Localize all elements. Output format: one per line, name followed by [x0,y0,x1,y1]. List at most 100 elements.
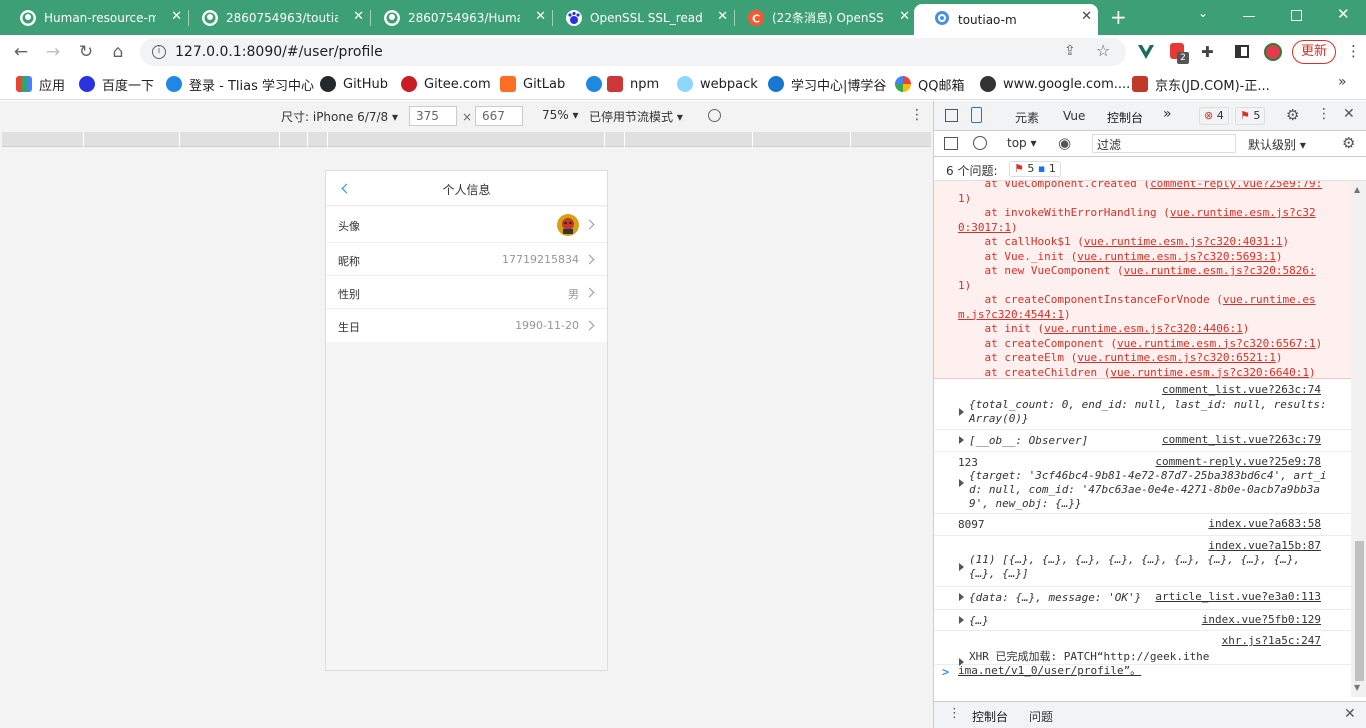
source-link[interactable]: vue.runtime.esm.js?c320:5693:1 [1077,250,1276,263]
rotate-icon[interactable] [708,109,721,122]
source-link[interactable]: 0:3017:1 [958,221,1011,234]
back-icon[interactable]: ← [10,41,32,63]
source-link[interactable]: vue.runtime.esm.js?c320:6640:1 [1110,366,1309,379]
log-level-select[interactable]: 默认级别 ▾ [1248,136,1306,153]
console-message[interactable]: comment_list.vue?263c:74 {total_count: 0,… [934,380,1351,430]
profile-row-avatar[interactable]: 头像 [326,207,607,243]
source-link[interactable]: xhr.js?1a5c:247 [1222,634,1321,647]
browser-tab-active[interactable]: toutiao-m ✕ [914,4,1098,35]
source-link[interactable]: comment-reply.vue?25e9:79: [1150,181,1322,190]
console-filter-input[interactable]: 过滤 [1092,134,1236,153]
close-tab-icon[interactable]: ✕ [899,9,910,24]
tab-search-icon[interactable]: ⌄ [1198,6,1208,20]
bookmark-google[interactable]: www.google.com.... [980,75,1130,93]
device-height-input[interactable]: 667 [475,106,523,126]
expand-triangle-icon[interactable] [959,479,964,487]
media-query-segment[interactable] [83,132,84,147]
console-message[interactable]: xhr.js?1a5c:247 XHR 已完成加载: PATCH“http://g… [934,631,1351,677]
eye-icon[interactable]: ◉ [1058,134,1071,152]
profile-avatar[interactable] [1264,43,1282,61]
close-tab-icon[interactable]: ✕ [717,9,728,24]
source-link[interactable]: article_list.vue?e3a0:113 [1155,590,1321,603]
bookmark-star-icon[interactable]: ☆ [1096,41,1110,60]
source-link[interactable]: vue.runtime.esm.js?c320:5826: [1124,264,1316,277]
console-prompt[interactable]: > [942,665,949,679]
expand-triangle-icon[interactable] [959,593,964,601]
bookmark-boxuegu[interactable]: 学习中心|博学谷 [768,75,886,94]
console-message[interactable]: index.vue?a683:58 8097 [934,514,1351,536]
profile-row-nickname[interactable]: 昵称 17719215834 [326,243,607,276]
context-select[interactable]: top ▾ [1007,136,1037,150]
close-tab-icon[interactable]: ✕ [1081,9,1092,24]
expand-triangle-icon[interactable] [959,436,964,444]
expand-triangle-icon[interactable] [959,563,964,571]
browser-tab[interactable]: 2860754963/Human ✕ [364,4,552,31]
new-tab-icon[interactable]: + [1110,5,1127,29]
bookmark-gitee[interactable]: Gitee.com [401,75,491,93]
side-panel-icon[interactable] [1235,45,1249,58]
browser-tab[interactable]: OpenSSL SSL_read: C ✕ [546,4,734,31]
issues-badge[interactable]: ⚑ 5 ▪ 1 [1009,161,1061,177]
browser-tab[interactable]: C (22条消息) OpenSSL ✕ [728,4,916,31]
more-bookmarks-icon[interactable]: » [1338,74,1347,90]
source-link[interactable]: vue.runtime.esm.js?c320:4031:1 [1084,235,1283,248]
browser-tab[interactable]: 2860754963/toutiao ✕ [182,4,370,31]
bookmark-tlias[interactable]: 登录 - Tlias 学习中心 [166,75,314,94]
close-tab-icon[interactable]: ✕ [535,9,546,24]
source-link[interactable]: vue.runtime.esm.js?c320:4406:1 [1044,322,1243,335]
device-toggle-icon[interactable] [971,107,982,123]
source-link[interactable]: comment_list.vue?263c:74 [1162,383,1321,396]
source-link[interactable]: m.js?c320:4544:1 [958,308,1064,321]
share-icon[interactable]: ⇪ [1064,43,1076,59]
bookmark-jd[interactable]: 京东(JD.COM)-正... [1132,75,1270,94]
console-message[interactable]: comment-reply.vue?25e9:78 123 {target: '3c… [934,452,1351,514]
inspect-element-icon[interactable] [945,109,958,122]
bookmark-webpack[interactable]: webpack [677,75,758,93]
close-tab-icon[interactable]: ✕ [353,9,364,24]
profile-row-gender[interactable]: 性别 男 [326,276,607,309]
tab-elements[interactable]: 元素 [1015,109,1039,126]
source-link[interactable]: vue.runtime.esm.js?c32 [1170,206,1316,219]
media-query-segment[interactable] [307,132,308,147]
close-window-icon[interactable]: ✕ [1337,5,1350,23]
console-message[interactable]: index.vue?5fb0:129 {…} [934,610,1351,631]
browser-tab[interactable]: Human-resource-ma ✕ [0,4,188,31]
source-link[interactable]: vue.runtime.esm.js?c320:6521:1 [1077,351,1276,364]
media-query-segment[interactable] [624,132,625,147]
source-link[interactable]: index.vue?a683:58 [1208,517,1321,530]
media-query-segment[interactable] [604,132,605,147]
close-drawer-icon[interactable]: ✕ [1344,706,1356,722]
menu-kebab-icon[interactable]: ⋮ [1346,42,1361,60]
error-counter[interactable]: ⊗ 4 [1199,107,1229,125]
bookmark-apps[interactable]: 应用 [16,75,65,94]
address-bar[interactable]: i 127.0.0.1:8090/#/user/profile ⇪ ☆ [140,38,1126,66]
expand-triangle-icon[interactable] [959,616,964,624]
console-settings-icon[interactable]: ⚙ [1342,134,1355,152]
media-query-bar[interactable] [2,132,931,147]
home-icon[interactable]: ⌂ [107,41,129,63]
source-link[interactable]: index.vue?a15b:87 [1208,539,1321,552]
bookmark-qqmail[interactable]: QQ邮箱 [895,75,964,94]
expand-triangle-icon[interactable] [959,658,964,666]
expand-triangle-icon[interactable] [959,408,964,416]
console-message[interactable]: index.vue?a15b:87 (11) [{…}, {…}, {…}, {…… [934,536,1351,587]
source-link[interactable]: vue.runtime.es [1223,293,1316,306]
settings-gear-icon[interactable]: ⚙ [1286,106,1299,124]
media-query-segment[interactable] [179,132,180,147]
throttle-select[interactable]: 已停用节流模式 ▾ [589,108,683,125]
clear-console-icon[interactable] [973,136,987,150]
profile-row-birthday[interactable]: 生日 1990-11-20 [326,309,607,342]
bookmark-baidu[interactable]: 百度一下 [79,75,154,94]
puzzle-extensions-icon[interactable]: ✚ [1201,43,1214,61]
avatar[interactable] [557,214,579,236]
forward-icon[interactable]: → [42,41,64,63]
drawer-tab-issues[interactable]: 问题 [1029,708,1053,725]
sidebar-toggle-icon[interactable] [944,137,958,150]
source-link[interactable]: vue.runtime.esm.js?c320:6567:1 [1117,337,1316,350]
device-width-input[interactable]: 375 [409,106,457,126]
drawer-menu-icon[interactable]: ⋮ [948,706,961,721]
site-info-icon[interactable]: i [152,45,166,59]
console-message[interactable]: comment_list.vue?263c:79 [__ob__: Observe… [934,430,1351,452]
scroll-down-arrow[interactable]: ▼ [1354,683,1360,692]
source-link[interactable]: index.vue?5fb0:129 [1202,613,1321,626]
